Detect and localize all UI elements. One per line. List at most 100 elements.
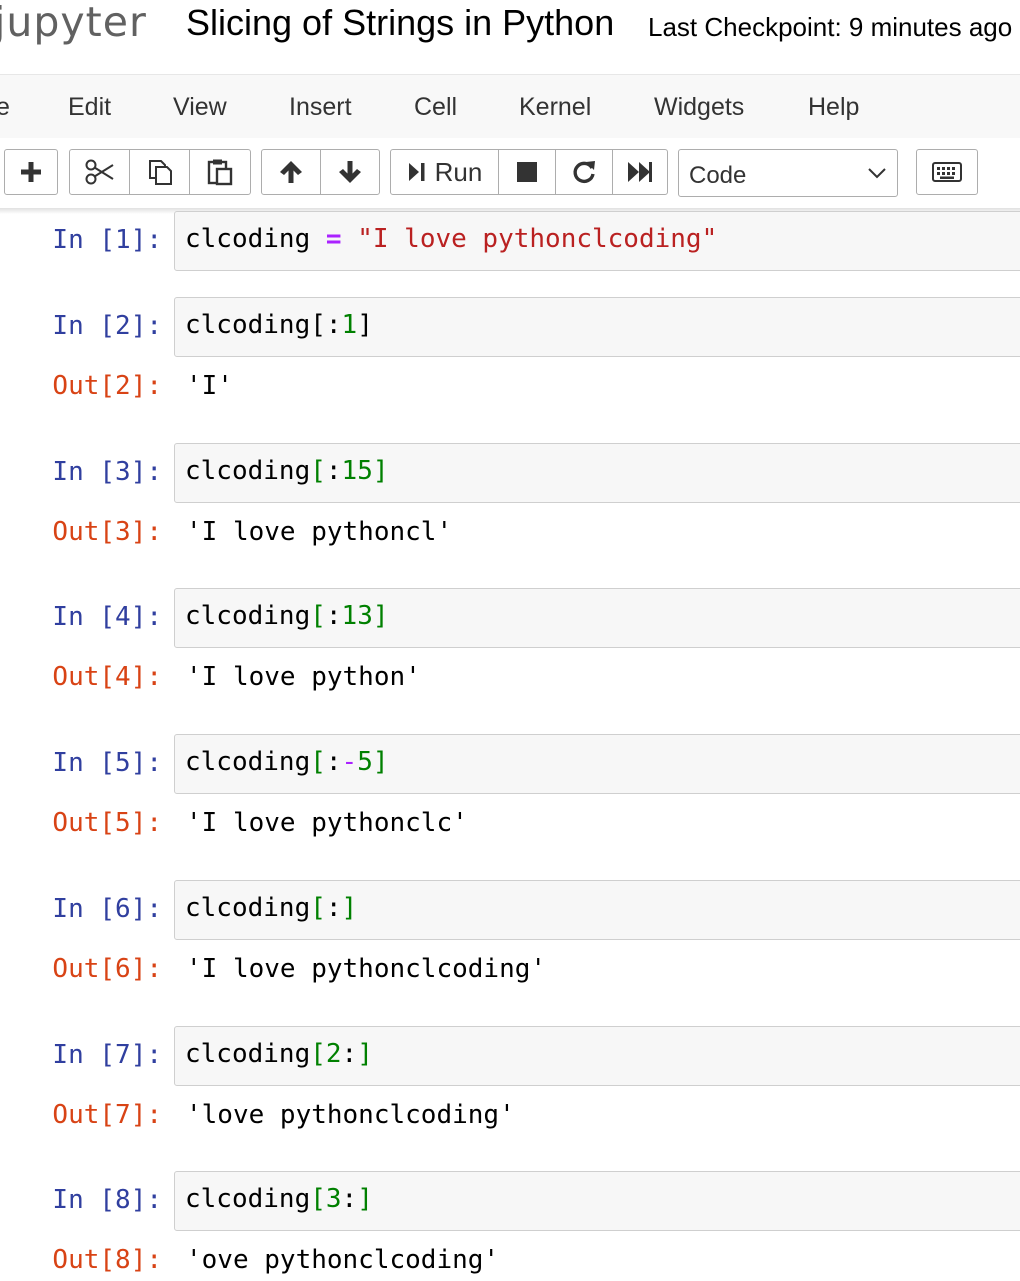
- code-var: clcoding: [185, 893, 311, 923]
- copy-icon: [148, 160, 172, 185]
- paste-button[interactable]: [190, 150, 250, 194]
- code-var: clcoding: [185, 310, 311, 340]
- cell-input[interactable]: clcoding[2:]: [174, 1026, 1020, 1086]
- menu-widgets[interactable]: Widgets: [654, 93, 744, 122]
- code-colon: :: [325, 310, 342, 340]
- code-text: clcoding[:13]: [185, 601, 389, 631]
- run-icon: [408, 163, 425, 181]
- in-prompt: In [3]:: [52, 457, 162, 487]
- cut-button[interactable]: [70, 150, 130, 194]
- menu-view[interactable]: View: [173, 93, 227, 122]
- code-var: clcoding: [185, 1184, 311, 1214]
- code-number: 3: [325, 1184, 342, 1214]
- code-operator: =: [310, 224, 358, 254]
- out-prompt: Out[7]:: [52, 1100, 162, 1130]
- command-palette-button[interactable]: [917, 150, 977, 194]
- code-colon: :: [325, 893, 342, 923]
- code-bracket-close: ]: [372, 747, 389, 777]
- code-bracket-close: ]: [341, 893, 358, 923]
- code-colon: :: [341, 1039, 358, 1069]
- cell-input[interactable]: clcoding[:]: [174, 880, 1020, 940]
- cell-input[interactable]: clcoding = "I love pythonclcoding": [174, 211, 1020, 271]
- code-var: clcoding: [185, 601, 311, 631]
- run-label: Run: [434, 156, 483, 187]
- menu-cell[interactable]: Cell: [414, 93, 457, 122]
- menu-file[interactable]: e: [0, 93, 10, 122]
- cell-output: 'love pythonclcoding': [186, 1100, 515, 1130]
- code-bracket-open: [: [310, 456, 326, 486]
- toolbar-group-run: Run: [390, 149, 668, 195]
- code-colon: :: [325, 456, 342, 486]
- cell-output: 'I love pythoncl': [186, 517, 453, 547]
- out-prompt: Out[8]:: [52, 1245, 162, 1275]
- out-prompt: Out[5]:: [52, 808, 162, 838]
- code-text: clcoding[:]: [185, 893, 357, 923]
- in-prompt: In [8]:: [52, 1185, 162, 1215]
- jupyter-logo[interactable]: jupyter: [0, 0, 147, 46]
- cell-input[interactable]: clcoding[:-5]: [174, 734, 1020, 794]
- code-colon: :: [325, 747, 342, 777]
- toolbar: Run Code: [0, 138, 1020, 208]
- cell-output: 'I love pythonclc': [186, 808, 468, 838]
- run-button[interactable]: Run: [391, 150, 499, 194]
- code-number: 13: [341, 601, 373, 631]
- restart-button[interactable]: [556, 150, 613, 194]
- in-prompt: In [1]:: [52, 225, 162, 255]
- code-bracket-close: ]: [372, 601, 389, 631]
- code-var: clcoding: [185, 456, 311, 486]
- code-text: clcoding[:-5]: [185, 747, 389, 777]
- code-string: "I love pythonclcoding": [357, 224, 718, 254]
- fast-forward-icon: [628, 162, 652, 182]
- restart-icon: [573, 161, 595, 184]
- code-bracket-close: ]: [357, 310, 373, 340]
- notebook-title[interactable]: Slicing of Strings in Python: [186, 2, 614, 44]
- cell-type-select[interactable]: Code: [678, 149, 898, 197]
- menu-kernel[interactable]: Kernel: [519, 93, 591, 122]
- menu-edit[interactable]: Edit: [68, 93, 111, 122]
- code-number: 1: [341, 310, 358, 340]
- code-number: 15: [341, 456, 373, 486]
- cell-type-value: Code: [689, 162, 747, 189]
- menu-insert[interactable]: Insert: [289, 93, 352, 122]
- insert-cell-button[interactable]: [5, 150, 57, 194]
- in-prompt: In [4]:: [52, 602, 162, 632]
- move-up-button[interactable]: [262, 150, 321, 194]
- in-prompt: In [6]:: [52, 894, 162, 924]
- cell-input[interactable]: clcoding[:13]: [174, 588, 1020, 648]
- out-prompt: Out[4]:: [52, 662, 162, 692]
- out-prompt: Out[3]:: [52, 517, 162, 547]
- menu-help[interactable]: Help: [808, 93, 859, 122]
- code-var: clcoding: [185, 747, 311, 777]
- code-number: 5: [357, 747, 373, 777]
- menubar: e Edit View Insert Cell Kernel Widgets H…: [0, 74, 1020, 140]
- cell-output: 'I love python': [186, 662, 421, 692]
- notebook-header: jupyter Slicing of Strings in Python Las…: [0, 0, 1020, 74]
- out-prompt: Out[2]:: [52, 371, 162, 401]
- cell-input[interactable]: clcoding[3:]: [174, 1171, 1020, 1231]
- in-prompt: In [7]:: [52, 1040, 162, 1070]
- toolbar-group-keyboard: [916, 149, 978, 195]
- code-text: clcoding = "I love pythonclcoding": [185, 224, 717, 254]
- code-bracket-close: ]: [357, 1184, 373, 1214]
- code-colon: :: [341, 1184, 358, 1214]
- out-prompt: Out[6]:: [52, 954, 162, 984]
- copy-button[interactable]: [130, 150, 190, 194]
- code-number: 2: [325, 1039, 342, 1069]
- code-text: clcoding[2:]: [185, 1039, 373, 1069]
- code-bracket-open: [: [310, 1184, 326, 1214]
- cell-input[interactable]: clcoding[:15]: [174, 443, 1020, 503]
- run-all-button[interactable]: [613, 150, 667, 194]
- toolbar-group-edit: [69, 149, 251, 195]
- cell-output: 'I': [186, 371, 233, 401]
- code-var: clcoding: [185, 224, 311, 254]
- paste-icon: [207, 159, 233, 186]
- move-down-button[interactable]: [321, 150, 379, 194]
- cell-output: 'ove pythonclcoding': [186, 1245, 500, 1275]
- code-minus: -: [341, 747, 358, 777]
- code-bracket-open: [: [310, 893, 326, 923]
- in-prompt: In [2]:: [52, 311, 162, 341]
- interrupt-button[interactable]: [499, 150, 556, 194]
- code-bracket-open: [: [310, 310, 326, 340]
- code-bracket-close: ]: [357, 1039, 373, 1069]
- cell-input[interactable]: clcoding[:1]: [174, 297, 1020, 357]
